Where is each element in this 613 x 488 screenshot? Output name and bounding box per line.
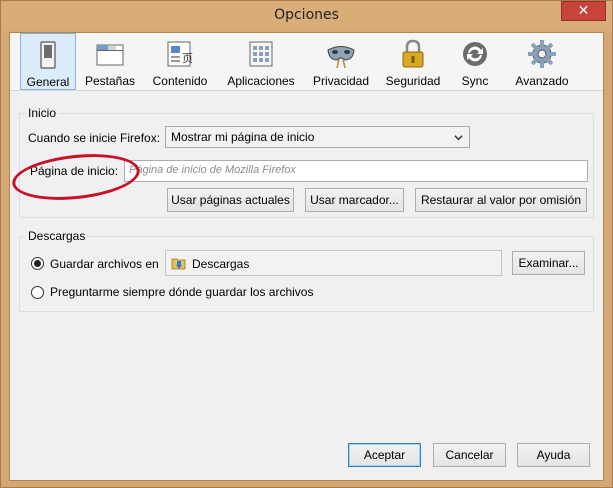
tab-pestanas[interactable]: Pestañas [82,33,138,90]
svg-text:页: 页 [182,52,193,65]
accept-button[interactable]: Aceptar [348,443,421,467]
startup-select[interactable]: Mostrar mi página de inicio [165,126,470,148]
startup-group-title: Inicio [26,106,59,120]
homepage-input[interactable]: Página de inicio de Mozilla Firefox [124,160,588,182]
startup-select-value: Mostrar mi página de inicio [171,130,315,144]
folder-download-icon [171,258,186,270]
chevron-down-icon [454,135,463,141]
window-title: Opciones [274,7,339,23]
tabs-window-icon [96,44,124,66]
applications-icon [249,41,273,67]
tab-avanzado[interactable]: Avanzado [510,33,574,90]
tab-sync[interactable]: Sync [453,33,497,90]
use-bookmark-button[interactable]: Usar marcador... [305,188,404,212]
tab-seguridad[interactable]: Seguridad [382,33,444,90]
download-folder-field: Descargas [165,250,502,276]
title-bar[interactable]: Opciones ✕ [1,1,612,31]
category-toolbar: General Pestañas 页 Contenido Aplicacione… [10,33,603,91]
tab-privacidad[interactable]: Privacidad [308,33,374,90]
homepage-placeholder: Página de inicio de Mozilla Firefox [129,164,296,176]
content-page-icon: 页 [167,41,193,67]
use-current-pages-button[interactable]: Usar páginas actuales [167,188,294,212]
always-ask-label: Preguntarme siempre dónde guardar los ar… [50,285,314,299]
browse-button[interactable]: Examinar... [512,251,585,275]
save-to-label: Guardar archivos en [50,257,159,271]
switch-icon [40,41,56,69]
mask-icon [327,46,355,69]
tab-contenido[interactable]: 页 Contenido [148,33,212,90]
close-icon: ✕ [577,3,590,19]
help-button[interactable]: Ayuda [517,443,590,467]
tab-aplicaciones[interactable]: Aplicaciones [223,33,299,90]
options-window: Opciones ✕ General Pestañas 页 Contenido … [0,0,613,488]
download-folder-name: Descargas [192,257,250,271]
when-starts-label: Cuando se inicie Firefox: [28,131,161,145]
cancel-button[interactable]: Cancelar [433,443,506,467]
always-ask-radio[interactable] [31,286,44,299]
gear-icon [528,40,556,68]
sync-icon [463,42,487,66]
tab-general[interactable]: General [20,33,76,90]
downloads-group-title: Descargas [26,229,88,243]
close-button[interactable]: ✕ [561,1,606,21]
restore-default-button[interactable]: Restaurar al valor por omisión [415,188,587,212]
padlock-icon [402,39,424,68]
dialog-content: General Pestañas 页 Contenido Aplicacione… [9,32,604,481]
save-to-radio[interactable] [31,257,44,270]
